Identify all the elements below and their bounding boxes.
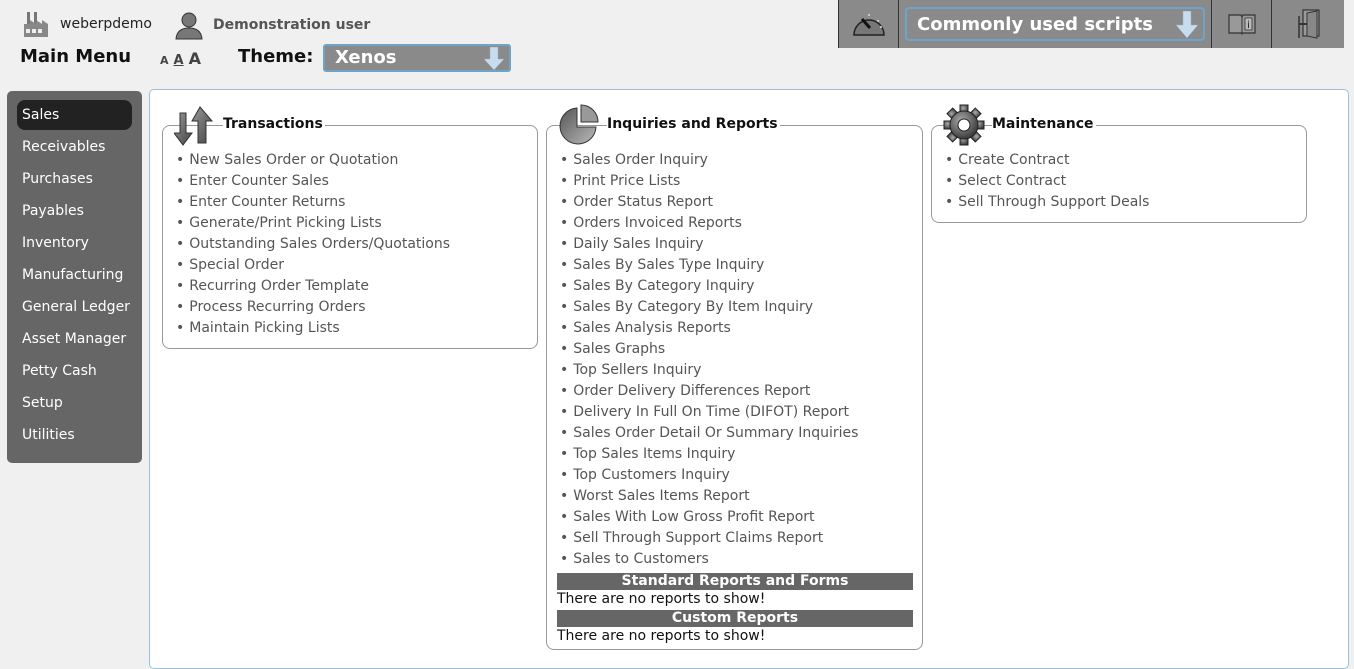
- reports-section: Standard Reports and Forms There are no …: [557, 571, 913, 645]
- logout-door-icon: [1298, 9, 1320, 39]
- transactions-link[interactable]: Enter Counter Returns: [176, 192, 528, 213]
- sidebar-item-petty-cash[interactable]: Petty Cash: [17, 356, 132, 386]
- inquiries-link[interactable]: Sales By Category Inquiry: [560, 276, 913, 297]
- scripts-select-value: Commonly used scripts: [917, 13, 1153, 35]
- maintenance-title: Maintenance: [992, 115, 1096, 133]
- maintenance-link[interactable]: Create Contract: [945, 150, 1297, 171]
- inquiries-link[interactable]: Top Customers Inquiry: [560, 465, 913, 486]
- dashboard-button[interactable]: [839, 0, 899, 48]
- inquiries-link[interactable]: Sales Analysis Reports: [560, 318, 913, 339]
- inquiries-link[interactable]: Sales By Category By Item Inquiry: [560, 297, 913, 318]
- font-size-medium[interactable]: A: [174, 53, 184, 68]
- sidebar-item-asset-manager[interactable]: Asset Manager: [17, 324, 132, 354]
- theme-value: Xenos: [335, 47, 397, 68]
- inquiries-title: Inquiries and Reports: [607, 115, 780, 133]
- inquiries-link[interactable]: Orders Invoiced Reports: [560, 213, 913, 234]
- inquiries-link[interactable]: Worst Sales Items Report: [560, 486, 913, 507]
- transactions-link[interactable]: Special Order: [176, 255, 528, 276]
- inquiries-link[interactable]: Sell Through Support Claims Report: [560, 528, 913, 549]
- user-info[interactable]: Demonstration user: [174, 10, 370, 40]
- inquiries-link[interactable]: Order Status Report: [560, 192, 913, 213]
- sidebar-item-payables[interactable]: Payables: [17, 196, 132, 226]
- sidebar-item-setup[interactable]: Setup: [17, 388, 132, 418]
- theme-select[interactable]: Xenos: [323, 44, 511, 72]
- arrow-down-icon: [483, 47, 505, 71]
- svg-text:i: i: [1247, 20, 1250, 31]
- transactions-link[interactable]: Outstanding Sales Orders/Quotations: [176, 234, 528, 255]
- inquiries-link[interactable]: Print Price Lists: [560, 171, 913, 192]
- main-content: Transactions New Sales Order or Quotatio…: [149, 89, 1349, 669]
- transactions-title: Transactions: [223, 115, 325, 133]
- custom-reports-empty: There are no reports to show!: [557, 628, 766, 644]
- scripts-cell: Commonly used scripts: [899, 0, 1212, 48]
- factory-icon: [24, 12, 48, 37]
- sidebar-item-utilities[interactable]: Utilities: [17, 420, 132, 450]
- maintenance-panel: Maintenance Create Contract Select Contr…: [931, 90, 1307, 223]
- font-size-large[interactable]: A: [189, 49, 201, 68]
- transactions-link[interactable]: Recurring Order Template: [176, 276, 528, 297]
- transactions-link[interactable]: Generate/Print Picking Lists: [176, 213, 528, 234]
- standard-reports-header: Standard Reports and Forms: [557, 573, 913, 590]
- inquiries-list: Sales Order Inquiry Print Price Lists Or…: [560, 150, 913, 570]
- inquiries-link[interactable]: Sales By Sales Type Inquiry: [560, 255, 913, 276]
- inquiries-panel: Inquiries and Reports Sales Order Inquir…: [546, 90, 923, 650]
- inquiries-link[interactable]: Sales to Customers: [560, 549, 913, 570]
- transactions-link[interactable]: Enter Counter Sales: [176, 171, 528, 192]
- sidebar: Sales Receivables Purchases Payables Inv…: [7, 91, 142, 463]
- inquiries-link[interactable]: Daily Sales Inquiry: [560, 234, 913, 255]
- inquiries-link[interactable]: Sales Order Inquiry: [560, 150, 913, 171]
- sidebar-item-general-ledger[interactable]: General Ledger: [17, 292, 132, 322]
- standard-reports-empty: There are no reports to show!: [557, 591, 766, 607]
- pie-chart-icon: [559, 104, 599, 145]
- inquiries-link[interactable]: Sales Graphs: [560, 339, 913, 360]
- custom-reports-header: Custom Reports: [557, 610, 913, 627]
- company-name: weberpdemo: [60, 16, 152, 32]
- manual-button[interactable]: i: [1212, 0, 1272, 48]
- user-icon: [175, 12, 203, 40]
- inquiries-link[interactable]: Top Sales Items Inquiry: [560, 444, 913, 465]
- logout-button[interactable]: [1272, 0, 1344, 48]
- inquiries-link[interactable]: Sales Order Detail Or Summary Inquiries: [560, 423, 913, 444]
- maintenance-link[interactable]: Select Contract: [945, 171, 1297, 192]
- sidebar-item-inventory[interactable]: Inventory: [17, 228, 132, 258]
- inquiries-link[interactable]: Delivery In Full On Time (DIFOT) Report: [560, 402, 913, 423]
- maintenance-link[interactable]: Sell Through Support Deals: [945, 192, 1297, 213]
- user-name: Demonstration user: [213, 17, 371, 33]
- font-size-small[interactable]: A: [160, 54, 169, 67]
- inquiries-link[interactable]: Order Delivery Differences Report: [560, 381, 913, 402]
- inquiries-link[interactable]: Top Sellers Inquiry: [560, 360, 913, 381]
- transactions-list: New Sales Order or Quotation Enter Count…: [176, 150, 528, 339]
- font-size-selector: A A A: [160, 49, 201, 68]
- top-toolbar: Commonly used scripts i: [838, 0, 1344, 48]
- manual-book-icon: i: [1227, 14, 1256, 35]
- inquiries-link[interactable]: Sales With Low Gross Profit Report: [560, 507, 913, 528]
- transactions-link[interactable]: Maintain Picking Lists: [176, 318, 528, 339]
- company-info: weberpdemo: [22, 10, 152, 38]
- transactions-link[interactable]: Process Recurring Orders: [176, 297, 528, 318]
- sidebar-item-manufacturing[interactable]: Manufacturing: [17, 260, 132, 290]
- transactions-link[interactable]: New Sales Order or Quotation: [176, 150, 528, 171]
- gear-icon: [943, 104, 985, 146]
- sidebar-item-sales[interactable]: Sales: [17, 100, 132, 130]
- speedometer-icon: [852, 14, 885, 36]
- sidebar-item-purchases[interactable]: Purchases: [17, 164, 132, 194]
- theme-label: Theme:: [238, 46, 314, 67]
- maintenance-list: Create Contract Select Contract Sell Thr…: [945, 150, 1297, 213]
- sidebar-item-receivables[interactable]: Receivables: [17, 132, 132, 162]
- main-menu-title: Main Menu: [20, 46, 132, 67]
- commonly-used-scripts-select[interactable]: Commonly used scripts: [905, 7, 1205, 41]
- arrow-down-icon: [1175, 11, 1199, 39]
- transactions-arrows-icon: [174, 106, 214, 146]
- transactions-panel: Transactions New Sales Order or Quotatio…: [162, 90, 538, 349]
